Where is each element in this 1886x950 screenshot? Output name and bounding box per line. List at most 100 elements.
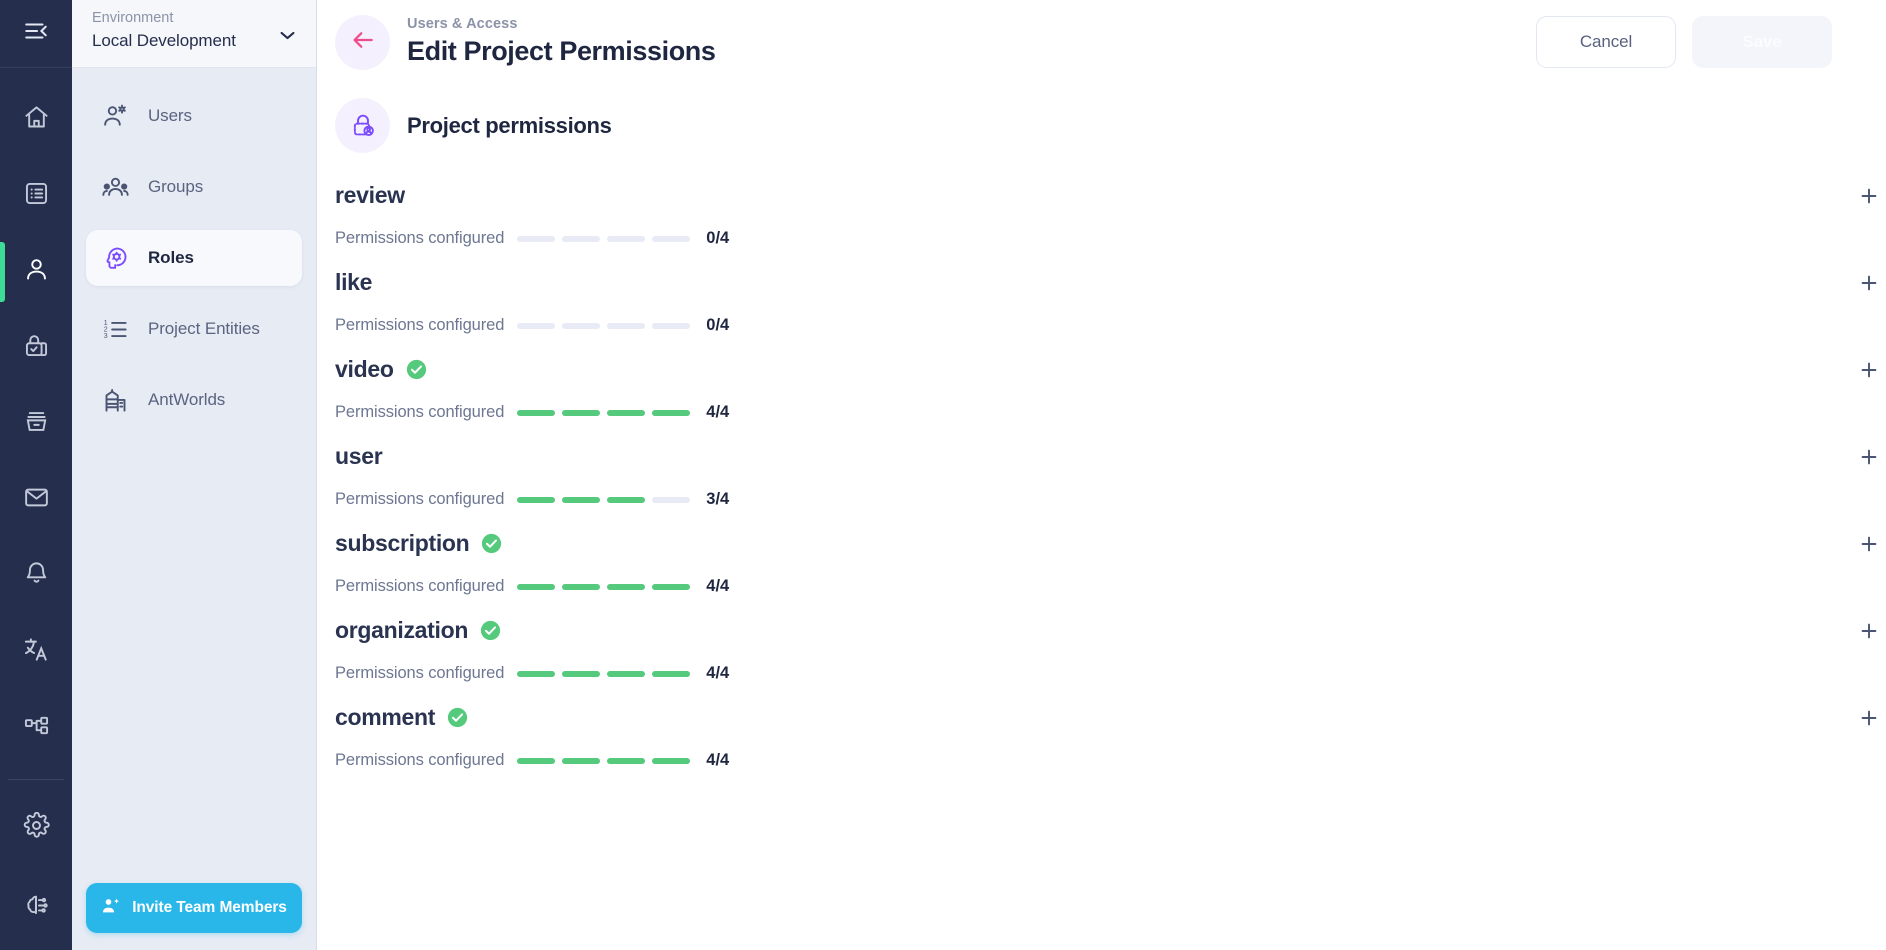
permission-ratio: 0/4 [706, 316, 730, 334]
permission-entity-name: like [335, 268, 373, 295]
permission-ratio: 4/4 [706, 577, 730, 595]
rail-item-settings[interactable] [0, 790, 72, 866]
sidebar-item-roles[interactable]: Roles [86, 230, 302, 286]
save-button[interactable]: Save [1692, 16, 1832, 68]
add-permission-button[interactable] [1852, 529, 1886, 563]
permission-row: comment Permissions configured 4/4 [317, 697, 1886, 784]
building-icon [102, 387, 129, 414]
progress-segment [607, 757, 646, 764]
rail-item-mail[interactable] [0, 462, 72, 538]
rail-item-storage[interactable] [0, 386, 72, 462]
environment-value: Local Development [92, 31, 236, 50]
add-permission-button[interactable] [1852, 355, 1886, 389]
progress-segment [562, 409, 601, 416]
permissions-configured-label: Permissions configured [335, 664, 505, 682]
progress-segment [562, 583, 601, 590]
progress-segment [562, 496, 601, 503]
add-permission-button[interactable] [1852, 268, 1886, 302]
check-circle-icon [481, 533, 502, 554]
progress-segment [517, 322, 556, 329]
permission-row-header: video [335, 349, 1832, 389]
permission-row-header: like [335, 262, 1832, 302]
progress-segment [607, 496, 646, 503]
permission-entity-name: review [335, 181, 405, 208]
rail-item-localization[interactable] [0, 614, 72, 690]
sidebar-item-label: Roles [148, 248, 194, 267]
sidebar-item-label: AntWorlds [148, 390, 226, 409]
rail-item-ai[interactable] [0, 866, 72, 950]
main-content: Users & Access Edit Project Permissions … [317, 0, 1886, 950]
permission-row-header: user [335, 436, 1832, 476]
page-header: Users & Access Edit Project Permissions … [317, 0, 1886, 84]
progress-segments [517, 496, 691, 503]
plus-icon [1858, 272, 1880, 299]
progress-segment [652, 496, 691, 503]
permission-progress: Permissions configured 4/4 [335, 389, 1832, 436]
translate-icon [23, 636, 50, 668]
lock-user-icon [335, 98, 390, 153]
permissions-configured-label: Permissions configured [335, 316, 505, 334]
rail-item-notifications[interactable] [0, 538, 72, 614]
sidebar-item-groups[interactable]: Groups [86, 159, 302, 215]
cancel-button[interactable]: Cancel [1536, 16, 1676, 68]
progress-segment [517, 583, 556, 590]
secondary-sidebar: Environment Local Development Users Grou… [72, 0, 317, 950]
rail-item-home[interactable] [0, 82, 72, 158]
permission-row: video Permissions configured 4/4 [317, 349, 1886, 436]
progress-segments [517, 322, 691, 329]
sidebar-item-label: Users [148, 106, 192, 125]
permission-row-header: review [335, 175, 1832, 215]
rail-item-list [0, 68, 72, 766]
bell-icon [23, 560, 50, 592]
permissions-configured-label: Permissions configured [335, 577, 505, 595]
add-permission-button[interactable] [1852, 442, 1886, 476]
permissions-configured-label: Permissions configured [335, 751, 505, 769]
sidebar-item-antworlds[interactable]: AntWorlds [86, 372, 302, 428]
permission-progress: Permissions configured 4/4 [335, 737, 1832, 784]
progress-segment [652, 235, 691, 242]
permission-row-header: comment [335, 697, 1832, 737]
arrow-left-icon [350, 27, 376, 58]
environment-selector[interactable]: Environment Local Development [72, 0, 316, 68]
plus-icon [1858, 533, 1880, 560]
permission-progress: Permissions configured 0/4 [335, 215, 1832, 262]
sidebar-item-project-entities[interactable]: 123 Project Entities [86, 301, 302, 357]
progress-segment [517, 670, 556, 677]
sidebar-item-users[interactable]: Users [86, 88, 302, 144]
add-permission-button[interactable] [1852, 181, 1886, 215]
rail-divider [8, 779, 64, 780]
collapse-sidebar-icon [23, 18, 49, 49]
rail-item-content[interactable] [0, 158, 72, 234]
invite-team-members-button[interactable]: Invite Team Members [86, 883, 302, 933]
section-header: Project permissions [317, 84, 1886, 153]
check-circle-icon [447, 707, 468, 728]
add-permission-button[interactable] [1852, 703, 1886, 737]
permission-ratio: 0/4 [706, 229, 730, 247]
check-circle-icon [480, 620, 501, 641]
progress-segment [652, 757, 691, 764]
progress-segment [517, 496, 556, 503]
rail-item-security[interactable] [0, 310, 72, 386]
permission-row: user Permissions configured 3/4 [317, 436, 1886, 523]
permission-entity-name: comment [335, 703, 436, 730]
plus-icon [1858, 620, 1880, 647]
rail-bottom-group [0, 767, 72, 950]
progress-segments [517, 583, 691, 590]
sidebar-item-label: Project Entities [148, 319, 260, 338]
progress-segment [562, 670, 601, 677]
people-group-icon [102, 174, 129, 201]
progress-segment [652, 322, 691, 329]
permission-progress: Permissions configured 4/4 [335, 650, 1832, 697]
app-root: Environment Local Development Users Grou… [0, 0, 1886, 950]
sidebar-nav: Users Groups Roles 123 Project Entities [72, 68, 316, 428]
sidebar-item-label: Groups [148, 177, 204, 196]
rail-item-workflows[interactable] [0, 690, 72, 766]
invite-button-label: Invite Team Members [132, 899, 287, 916]
permission-progress: Permissions configured 4/4 [335, 563, 1832, 610]
rail-item-users-access[interactable] [0, 234, 72, 310]
permission-row: subscription Permissions configured 4/4 [317, 523, 1886, 610]
progress-segment [517, 235, 556, 242]
collapse-sidebar-button[interactable] [0, 0, 72, 68]
add-permission-button[interactable] [1852, 616, 1886, 650]
back-button[interactable] [335, 14, 390, 70]
